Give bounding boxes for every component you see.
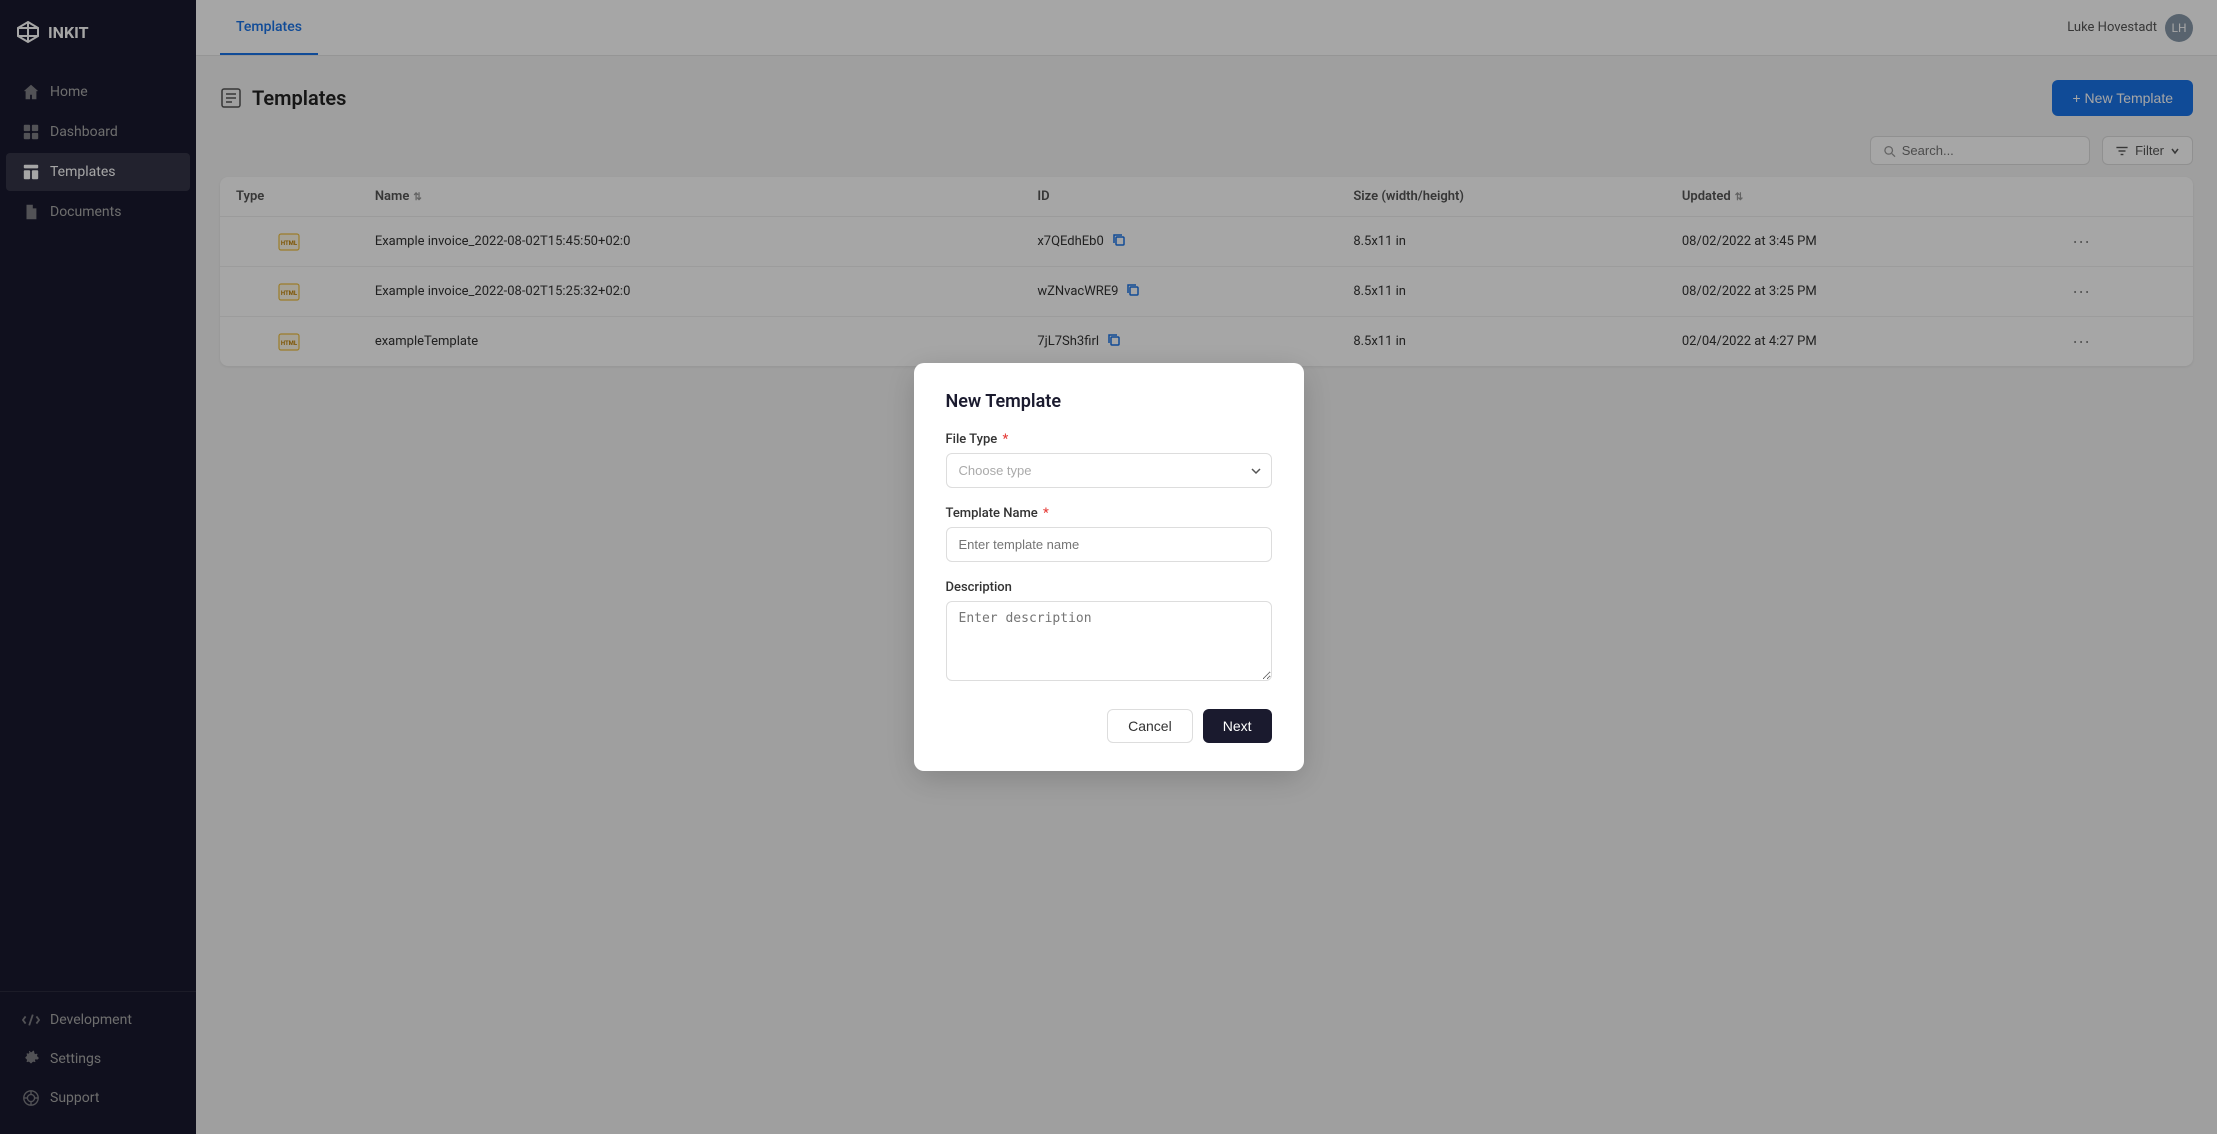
template-name-required: * <box>1043 506 1049 521</box>
file-type-required: * <box>1003 432 1009 447</box>
file-type-select-wrap: Choose type HTML PDF DOCX <box>946 453 1272 488</box>
template-name-group: Template Name * <box>946 506 1272 562</box>
file-type-label: File Type * <box>946 432 1272 447</box>
modal-title: New Template <box>946 391 1272 412</box>
next-button[interactable]: Next <box>1203 709 1272 743</box>
template-name-input[interactable] <box>946 527 1272 562</box>
cancel-button[interactable]: Cancel <box>1107 709 1193 743</box>
new-template-modal: New Template File Type * Choose type HTM… <box>914 363 1304 771</box>
file-type-select[interactable]: Choose type HTML PDF DOCX <box>946 453 1272 488</box>
description-textarea[interactable] <box>946 601 1272 681</box>
description-label: Description <box>946 580 1272 595</box>
modal-footer: Cancel Next <box>946 709 1272 743</box>
file-type-group: File Type * Choose type HTML PDF DOCX <box>946 432 1272 488</box>
modal-overlay[interactable]: New Template File Type * Choose type HTM… <box>0 0 2217 1134</box>
description-group: Description <box>946 580 1272 685</box>
template-name-label: Template Name * <box>946 506 1272 521</box>
